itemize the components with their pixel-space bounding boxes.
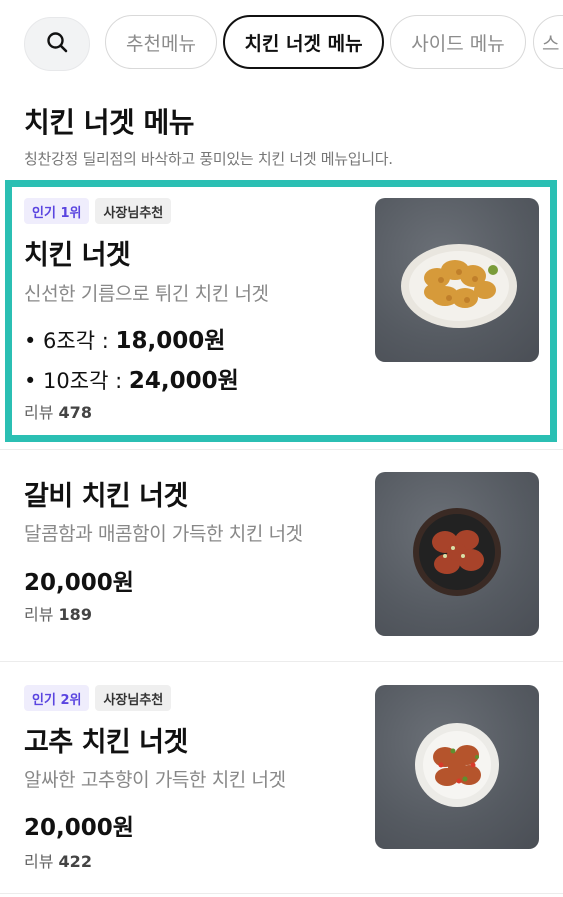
item-description: 달콤함과 매콤함이 가득한 치킨 너겟 <box>24 523 303 545</box>
item-name: 치킨 너겟 <box>24 240 131 271</box>
owner-pick-badge: 사장님추천 <box>95 198 172 224</box>
divider <box>0 893 563 894</box>
section-title: 치킨 너겟 메뉴 <box>24 106 195 139</box>
review-count: 리뷰 478 <box>24 403 92 422</box>
item-price: 20,000원 <box>24 570 134 596</box>
price-option: • 6조각 : 18,000원 <box>24 321 225 355</box>
item-photo[interactable] <box>375 198 539 362</box>
divider <box>0 449 563 450</box>
item-price: 20,000원 <box>24 815 134 841</box>
item-description: 신선한 기름으로 튀긴 치킨 너겟 <box>24 283 269 305</box>
search-icon <box>46 31 68 57</box>
price-option: • 10조각 : 24,000원 <box>24 361 239 395</box>
option-price: 24,000원 <box>128 368 239 394</box>
search-button[interactable] <box>24 17 90 71</box>
item-badges: 인기 1위 사장님추천 <box>24 198 172 224</box>
item-name: 고추 치킨 너겟 <box>24 727 188 758</box>
divider <box>0 661 563 662</box>
category-tab-bar: 추천메뉴 치킨 너겟 메뉴 사이드 메뉴 스 <box>0 0 563 88</box>
rank-badge: 인기 2위 <box>24 685 90 711</box>
owner-pick-badge: 사장님추천 <box>95 685 172 711</box>
item-description: 알싸한 고추향이 가득한 치킨 너겟 <box>24 769 286 791</box>
tab-chicken-nugget[interactable]: 치킨 너겟 메뉴 <box>223 15 384 69</box>
review-count: 리뷰 189 <box>24 605 92 624</box>
item-badges: 인기 2위 사장님추천 <box>24 685 172 711</box>
tab-side-menu[interactable]: 사이드 메뉴 <box>390 15 526 69</box>
option-price: 18,000원 <box>115 328 226 354</box>
tab-next-partial[interactable]: 스 <box>533 15 563 69</box>
option-label: • 10조각 : <box>24 369 129 393</box>
rank-badge: 인기 1위 <box>24 198 90 224</box>
option-label: • 6조각 : <box>24 329 116 353</box>
item-name: 갈비 치킨 너겟 <box>24 481 188 512</box>
tab-recommended[interactable]: 추천메뉴 <box>105 15 217 69</box>
section-description: 칭찬강정 딜리점의 바삭하고 풍미있는 치킨 너겟 메뉴입니다. <box>24 150 393 168</box>
item-photo[interactable] <box>375 472 539 636</box>
review-count: 리뷰 422 <box>24 852 92 871</box>
item-photo[interactable] <box>375 685 539 849</box>
